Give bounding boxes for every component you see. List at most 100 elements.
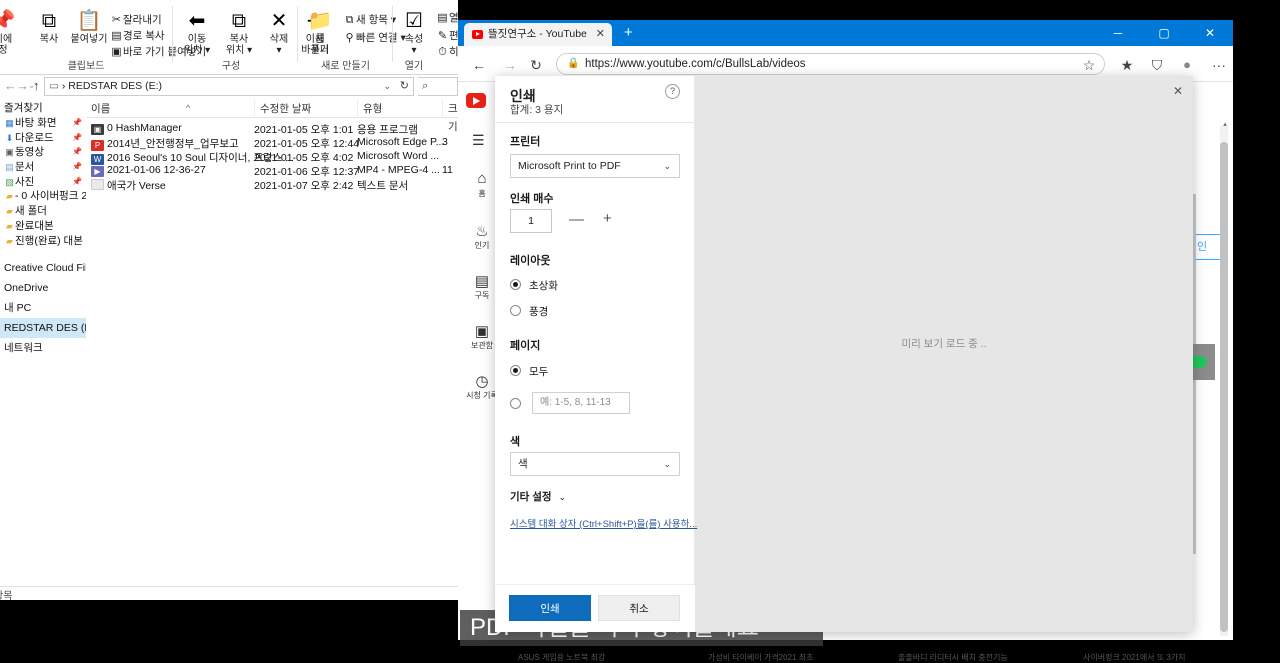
- favorite-star-icon[interactable]: ☆: [1078, 54, 1100, 76]
- dialog-footer: 인쇄 취소: [495, 584, 695, 632]
- ribbon-group-label-clipboard: 클립보드: [67, 61, 105, 72]
- nav-item-onedrive[interactable]: OneDrive: [0, 278, 86, 298]
- print-button[interactable]: 인쇄: [509, 595, 591, 621]
- system-dialog-link[interactable]: 시스템 대화 상자 (Ctrl+Shift+P)을(를) 사용하...: [510, 516, 697, 530]
- more-settings-toggle[interactable]: 기타 설정 ⌄: [510, 489, 566, 504]
- browser-tab[interactable]: 뜰짓연구소 - YouTube ✕: [464, 23, 612, 46]
- ribbon-group-label-open: 열기: [404, 61, 424, 72]
- copies-input[interactable]: 1: [510, 209, 552, 233]
- video-title[interactable]: 사이버펑크 2021에서 또 3가지: [1083, 652, 1186, 663]
- table-row[interactable]: 애국가 Verse 2021-01-07 오후 2:42 텍스트 문서: [86, 178, 458, 192]
- hamburger-menu-icon[interactable]: ☰: [472, 132, 485, 149]
- color-selected-value: 색: [518, 458, 528, 470]
- favorites-header: 즐겨찾기: [4, 102, 43, 114]
- new-item-button[interactable]: ⧉ 새 항목 ▾: [343, 12, 397, 27]
- settings-menu-icon[interactable]: ···: [1208, 54, 1230, 76]
- forward-button[interactable]: →: [499, 54, 521, 76]
- nav-item-network[interactable]: 네트워크: [0, 338, 86, 358]
- video-title[interactable]: ASUS 게임용 노트북 최강: [518, 652, 605, 663]
- copy-path-icon: ▤: [111, 30, 122, 42]
- video-title[interactable]: 가성비 타이베이 가격2021 최초: [708, 652, 813, 663]
- open-button[interactable]: ▤열기: [436, 10, 458, 25]
- table-row[interactable]: ▶ 2021-01-06 12-36-27 2021-01-06 오후 12:37…: [86, 164, 458, 178]
- scrollbar-thumb[interactable]: [1220, 142, 1228, 632]
- collections-icon[interactable]: ⛉: [1146, 54, 1168, 76]
- radio-icon: [510, 398, 521, 409]
- table-row[interactable]: W 2016 Seoul's 10 Soul 디자이너, 프랑스 ... 2021…: [86, 150, 458, 165]
- address-bar-input[interactable]: 🔒 https://www.youtube.com/c/BullsLab/vid…: [556, 53, 1105, 75]
- move-to-button[interactable]: ⬅ 이동 위치 ▾: [176, 8, 218, 56]
- edit-button[interactable]: ✎편집: [436, 28, 458, 43]
- open-icon: ▤: [437, 12, 448, 24]
- desktop-icon: ▦: [5, 118, 14, 128]
- up-button[interactable]: ↑: [33, 78, 40, 93]
- copy-path-button[interactable]: ▤경로 복사: [110, 28, 164, 43]
- close-tab-icon[interactable]: ✕: [596, 23, 605, 46]
- nav-item-desktop[interactable]: ▦바탕 화면 📌: [0, 116, 86, 131]
- close-window-button[interactable]: ✕: [1187, 20, 1233, 46]
- column-header-date[interactable]: 수정한 날짜: [254, 100, 357, 118]
- help-icon[interactable]: ?: [665, 84, 680, 99]
- new-tab-button[interactable]: +: [624, 24, 633, 41]
- folder-icon: 📁: [307, 10, 333, 32]
- scissors-icon: ✂: [111, 14, 122, 26]
- table-row[interactable]: P 2014년_안전행정부_업무보고 2021-01-05 오후 12:44 Mi…: [86, 136, 458, 151]
- video-title[interactable]: 출출바디 라디터시 배치 충전기능: [898, 652, 1008, 663]
- column-header-size[interactable]: 크기: [442, 100, 458, 133]
- layout-option-landscape[interactable]: 풍경: [510, 304, 548, 319]
- minimize-button[interactable]: ─: [1095, 20, 1141, 46]
- cancel-button[interactable]: 취소: [598, 595, 680, 621]
- pages-option-custom[interactable]: [510, 398, 529, 411]
- decrease-copies-button[interactable]: —: [569, 211, 584, 228]
- favorites-bar-icon[interactable]: ★: [1116, 54, 1138, 76]
- youtube-logo[interactable]: [466, 93, 486, 109]
- pin-icon: 📌: [72, 132, 82, 142]
- refresh-icon[interactable]: ↻: [400, 78, 409, 95]
- cut-button[interactable]: ✂ 잘라내기: [110, 12, 162, 27]
- tab-title: 뜰짓연구소 - YouTube: [488, 28, 587, 40]
- printer-select[interactable]: Microsoft Print to PDF ⌄: [510, 154, 680, 178]
- paste-button[interactable]: 📋 붙여넣기: [68, 8, 110, 45]
- copy-button[interactable]: ⧉ 복사: [28, 8, 70, 45]
- nav-item-downloads[interactable]: ⬇ 다운로드 📌: [0, 131, 86, 146]
- nav-item-completed-script[interactable]: ▰ 완료대본: [0, 219, 86, 234]
- pages-range-input[interactable]: 예: 1-5, 8, 11-13: [532, 392, 630, 414]
- ribbon-group-organize: ⬅ 이동 위치 ▾ ⧉ 복사 위치 ▾ ✕ 삭제 ▾ ⇥ 이름 바꾸기 구성: [174, 0, 329, 74]
- sort-ascending-icon: ^: [186, 103, 191, 113]
- explorer-address-bar: ← → ⌄ ↑ ▭ › REDSTAR DES (E:) ⌄ ↻ ⌕: [0, 75, 458, 97]
- address-chevron-down-icon[interactable]: ⌄: [383, 78, 391, 95]
- nav-item-this-pc[interactable]: 내 PC: [0, 298, 86, 318]
- nav-item-documents[interactable]: ▤문서 📌: [0, 160, 86, 175]
- nav-item-cyberpunk-folder[interactable]: ▰ - 0 사이버펑크 207: [0, 189, 99, 204]
- column-header-name[interactable]: 이름 ^: [86, 100, 254, 118]
- back-button[interactable]: ←: [468, 54, 490, 76]
- divider: [495, 122, 695, 123]
- color-select[interactable]: 색 ⌄: [510, 452, 680, 476]
- nav-item-pictures[interactable]: ▨사진 📌: [0, 175, 86, 190]
- download-icon: ⬇: [5, 132, 14, 143]
- increase-copies-button[interactable]: +: [603, 210, 612, 227]
- table-row[interactable]: ▣ 0 HashManager 2021-01-05 오후 1:01 응용 프로그…: [86, 122, 458, 136]
- status-text: 항목: [0, 591, 13, 600]
- nav-item-progress-script[interactable]: ▰ 진행(완료) 대본: [0, 234, 86, 249]
- move-to-icon: ⬅: [188, 10, 206, 32]
- application-icon: ▣: [91, 124, 104, 135]
- chevron-down-icon: ⌄: [663, 161, 671, 171]
- nav-item-creative-cloud[interactable]: Creative Cloud Files: [0, 258, 99, 278]
- profile-avatar[interactable]: ●: [1176, 54, 1198, 76]
- explorer-search-input[interactable]: ⌕: [418, 77, 458, 96]
- nav-item-new-folder[interactable]: ▰ 새 폴더: [0, 204, 86, 219]
- copy-to-button[interactable]: ⧉ 복사 위치 ▾: [218, 8, 260, 56]
- close-icon[interactable]: ✕: [1173, 84, 1183, 98]
- pin-to-quick-access-button[interactable]: 📌 기에정: [0, 8, 24, 56]
- reload-button[interactable]: ↻: [525, 54, 547, 76]
- properties-button[interactable]: ☑ 속성 ▾: [393, 8, 435, 56]
- column-header-type[interactable]: 유형: [357, 100, 442, 118]
- layout-option-portrait[interactable]: 초상화: [510, 278, 558, 293]
- nav-item-videos[interactable]: ▣동영상 📌: [0, 145, 86, 160]
- new-folder-button[interactable]: 📁 새 폴더: [299, 8, 341, 56]
- address-path-box[interactable]: ▭ › REDSTAR DES (E:) ⌄ ↻: [44, 77, 414, 96]
- nav-item-redstar-des-e[interactable]: REDSTAR DES (E:): [0, 318, 98, 339]
- maximize-button[interactable]: ▢: [1141, 20, 1187, 46]
- pages-option-all[interactable]: 모두: [510, 364, 548, 379]
